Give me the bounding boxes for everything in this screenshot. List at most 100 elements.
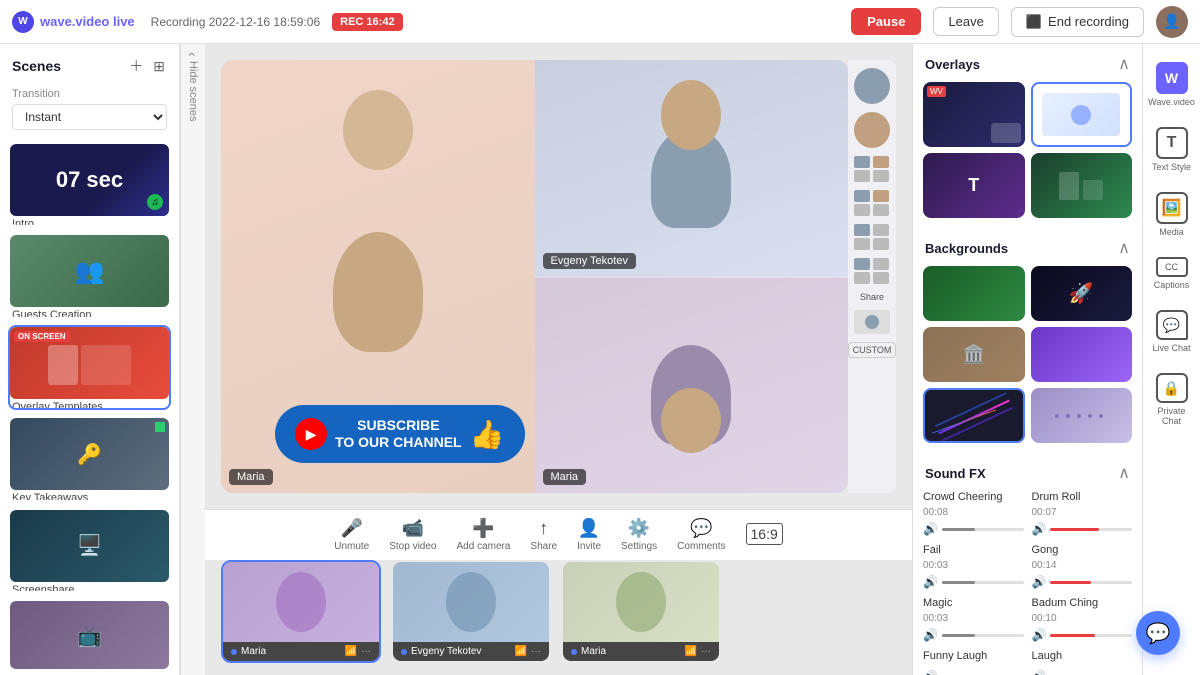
bg-green[interactable] [923,266,1025,321]
add-camera-icon: ➕ [472,518,494,539]
gong-play-icon[interactable]: 🔊 [1032,575,1047,589]
video-strip: Maria 📶 ··· Evgeny Tekotev [205,560,912,675]
maria-silhouette-body [333,232,423,352]
strip-thumb-maria [223,562,379,642]
overlay-wavevideo[interactable]: WV [923,82,1025,147]
comments-icon: 💬 [690,518,712,539]
bg-dark-lines[interactable] [923,388,1025,443]
drum-roll-slider[interactable] [1050,528,1132,531]
left-panel: Scenes ＋ ⊞ Transition Instant Fade 07 se… [0,44,180,675]
guest-cell [854,258,870,270]
live-chat-far-icon: 💬 [1156,310,1188,340]
overlays-collapse-button[interactable]: ∧ [1118,54,1130,74]
float-chat-button[interactable]: 💬 [1136,611,1180,655]
scenes-list: 07 sec ♫ Intro 👥 Guests Creation ON SCRE… [0,138,179,675]
add-scene-button[interactable]: ＋ [127,54,145,78]
ratio-tool[interactable]: 16:9 [746,523,783,547]
scene-screenshare[interactable]: 🖥️ Screenshare [8,508,171,593]
strip-name-maria: Maria [231,646,266,657]
transition-select[interactable]: Instant Fade [12,104,167,130]
far-right-private-chat[interactable]: 🔒 Private Chat [1145,365,1199,434]
add-camera-label: Add camera [457,541,511,552]
overlays-header: Overlays ∧ [913,44,1142,82]
maria-bottom-video [535,278,849,494]
crowd-cheering-play-icon[interactable]: 🔊 [923,522,938,536]
backgrounds-collapse-button[interactable]: ∧ [1118,238,1130,258]
guest-avatar-1[interactable] [854,68,890,104]
transition-label: Transition [12,88,167,100]
sound-fx-collapse-button[interactable]: ∧ [1118,463,1130,483]
crowd-cheering-slider[interactable] [942,528,1024,531]
scene-key-takeaways[interactable]: 🔑 Key Takeaways [8,416,171,501]
far-right-live-chat[interactable]: 💬 Live Chat [1145,302,1199,361]
funny-laugh-play-icon[interactable]: 🔊 [923,670,938,675]
guest-grid-1 [854,156,890,182]
far-right-captions[interactable]: CC Captions [1145,249,1199,298]
sound-fail: Fail 00:03 🔊 [923,544,1024,589]
fail-play-icon[interactable]: 🔊 [923,575,938,589]
scene-extra[interactable]: 📺 [8,599,171,671]
bg-space[interactable]: 🚀 [1031,266,1133,321]
overlays-section: Overlays ∧ WV T [913,44,1142,228]
magic-duration: 00:03 [923,613,1024,624]
strip-item-evgeny[interactable]: Evgeny Tekotev 📶 ··· [391,560,551,663]
drum-roll-duration: 00:07 [1032,507,1133,518]
gong-slider[interactable] [1050,581,1132,584]
avatar[interactable]: 👤 [1156,6,1188,38]
private-chat-far-label: Private Chat [1151,406,1193,426]
laugh-play-icon[interactable]: 🔊 [1032,670,1047,675]
scene-extra-thumb: 📺 [10,601,169,671]
hide-scenes-label: Hide scenes [187,61,199,122]
overlay-selected[interactable] [1031,82,1133,147]
invite-tool[interactable]: 👤 Invite [577,518,601,552]
layout-button[interactable]: ⊞ [151,54,167,78]
stop-video-tool[interactable]: 📹 Stop video [389,518,436,552]
scene-overlay-templates[interactable]: ON SCREEN Overlay Templates [8,325,171,410]
fail-name: Fail [923,544,1024,556]
fail-slider[interactable] [942,581,1024,584]
settings-tool[interactable]: ⚙️ Settings [621,518,657,552]
screen-emoji: 🖥️ [77,533,102,558]
magic-control: 🔊 [923,628,1024,642]
scene-guests-creation[interactable]: 👥 Guests Creation [8,233,171,318]
evgeny-silhouette-head [661,80,721,150]
share-tool[interactable]: ↑ Share [530,518,557,552]
far-right-media[interactable]: 🖼️ Media [1145,184,1199,245]
add-camera-tool[interactable]: ➕ Add camera [457,518,511,552]
right-panel: Overlays ∧ WV T [912,44,1142,675]
textstyle-far-label: Text Style [1152,162,1191,172]
drum-roll-play-icon[interactable]: 🔊 [1032,522,1047,536]
comments-tool[interactable]: 💬 Comments [677,518,725,552]
strip-thumb-maria2 [563,562,719,642]
far-right-textstyle[interactable]: T Text Style [1145,119,1199,180]
scene-intro[interactable]: 07 sec ♫ Intro [8,142,171,227]
badum-ching-play-icon[interactable]: 🔊 [1032,628,1047,642]
overlay-media[interactable] [1031,153,1133,218]
badum-ching-slider[interactable] [1050,634,1132,637]
overlay-textstyle[interactable]: T [923,153,1025,218]
pause-button[interactable]: Pause [851,8,921,35]
maria-top-name-label: Maria [229,469,273,485]
crowd-cheering-control: 🔊 [923,522,1024,536]
bg-fresco[interactable]: 🏛️ [923,327,1025,382]
bg-dots[interactable] [1031,388,1133,443]
far-right-wavevideo[interactable]: W Wave.video [1145,54,1199,115]
scenes-actions: ＋ ⊞ [127,54,167,78]
hide-scenes-panel[interactable]: ‹ Hide scenes [180,44,205,675]
magic-play-icon[interactable]: 🔊 [923,628,938,642]
unmute-tool[interactable]: 🎤 Unmute [334,518,369,552]
custom-button[interactable]: CUSTOM [848,342,897,358]
scene-screen-thumb: 🖥️ [10,510,169,582]
more-icon-2: ··· [531,646,541,657]
guest-avatar-2[interactable] [854,112,890,148]
strip-item-maria2[interactable]: Maria 📶 ··· [561,560,721,663]
strip-item-maria[interactable]: Maria 📶 ··· [221,560,381,663]
bg-purple[interactable] [1031,327,1133,382]
magic-slider[interactable] [942,634,1024,637]
text-style-preview: T [968,175,979,196]
leave-button[interactable]: Leave [933,7,998,36]
end-recording-button[interactable]: ⬛ End recording [1011,7,1144,37]
youtube-play-icon: ▶ [295,418,327,450]
invite-icon: 👤 [578,518,600,539]
guest-grid-2 [854,190,890,216]
